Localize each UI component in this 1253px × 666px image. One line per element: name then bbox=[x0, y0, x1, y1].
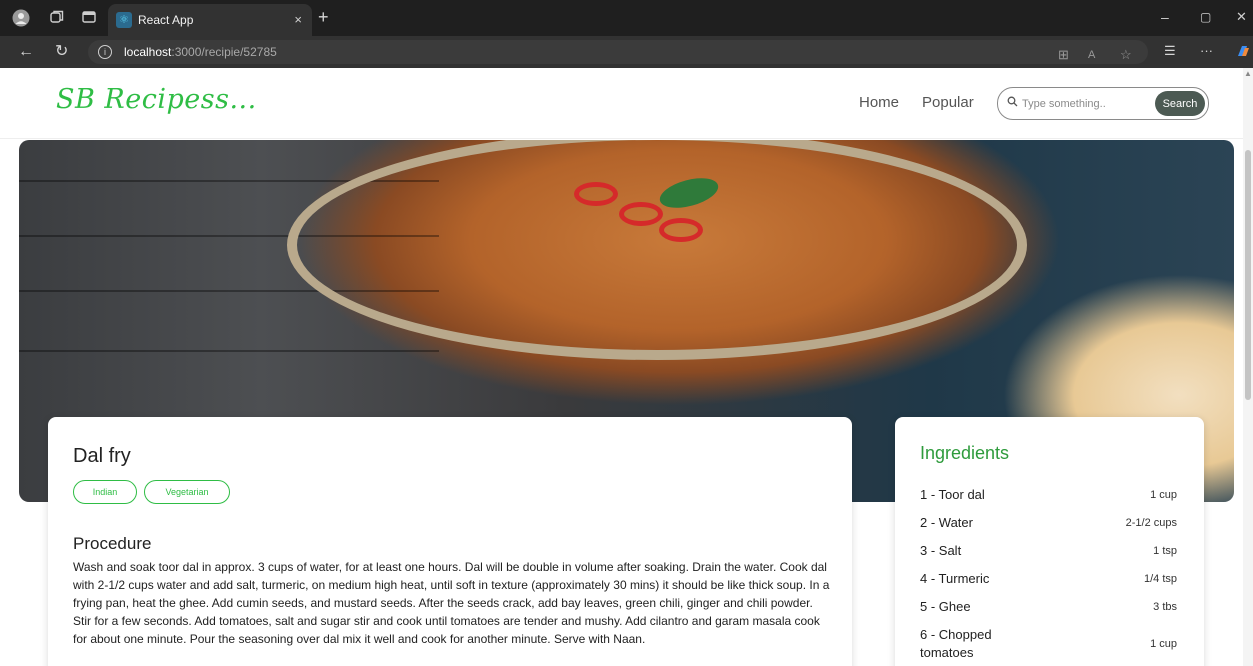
site-info-icon[interactable]: i bbox=[98, 45, 112, 59]
ingredient-qty: 1 cup bbox=[1150, 489, 1177, 501]
url-text: localhost:3000/recipie/52785 bbox=[124, 45, 277, 59]
site-logo[interactable]: SB Recipess... bbox=[56, 84, 257, 115]
nav-popular-link[interactable]: Popular bbox=[922, 94, 974, 111]
ingredient-name: 2 - Water bbox=[920, 515, 973, 530]
site-header: SB Recipess... Home Popular Search bbox=[0, 68, 1243, 139]
more-icon[interactable]: ··· bbox=[1200, 42, 1213, 60]
close-window-icon[interactable]: ✕ bbox=[1236, 8, 1247, 26]
procedure-heading: Procedure bbox=[73, 534, 152, 553]
ingredient-name: 4 - Turmeric bbox=[920, 571, 990, 586]
new-tab-icon[interactable]: + bbox=[318, 7, 329, 27]
recipe-title: Dal fry bbox=[73, 445, 131, 467]
tag-cuisine[interactable]: Indian bbox=[73, 480, 137, 504]
restore-icon[interactable]: ▢ bbox=[1200, 8, 1211, 26]
copilot-icon[interactable] bbox=[1235, 43, 1251, 64]
split-screen-icon[interactable]: ⊞ bbox=[1058, 46, 1069, 64]
favorites-list-icon[interactable]: ☰ bbox=[1164, 42, 1176, 60]
search-button[interactable]: Search bbox=[1155, 91, 1205, 116]
chili-slice bbox=[619, 202, 663, 226]
tab-actions-icon[interactable] bbox=[80, 9, 98, 27]
back-icon[interactable]: ← bbox=[18, 42, 34, 62]
chili-slice bbox=[659, 218, 703, 242]
bowl-rim bbox=[287, 140, 1027, 360]
minimize-icon[interactable]: – bbox=[1161, 8, 1169, 26]
ingredient-name: 1 - Toor dal bbox=[920, 487, 985, 502]
react-favicon: ⚛ bbox=[116, 12, 132, 28]
ingredients-card: Ingredients 1 - Toor dal 1 cup 2 - Water… bbox=[895, 417, 1204, 666]
search-icon bbox=[1007, 96, 1018, 111]
workspaces-icon[interactable] bbox=[48, 9, 66, 27]
ingredients-heading: Ingredients bbox=[920, 443, 1010, 463]
nav-home-link[interactable]: Home bbox=[859, 94, 899, 111]
browser-address-bar: ← ↻ i localhost:3000/recipie/52785 ⊞ A ☆… bbox=[0, 36, 1253, 68]
procedure-text: Wash and soak toor dal in approx. 3 cups… bbox=[73, 560, 830, 646]
chili-slice bbox=[574, 182, 618, 206]
wood-plank-line bbox=[19, 350, 439, 352]
browser-tab-bar: ⚛ React App × + – ▢ ✕ bbox=[0, 0, 1253, 36]
page-scrollbar[interactable]: ▲ bbox=[1243, 68, 1253, 666]
ingredient-qty: 3 tbs bbox=[1153, 601, 1177, 613]
favorite-icon[interactable]: ☆ bbox=[1120, 46, 1132, 64]
refresh-icon[interactable]: ↻ bbox=[55, 42, 68, 62]
search-bar: Search bbox=[997, 87, 1209, 120]
ingredient-qty: 1 tsp bbox=[1153, 545, 1177, 557]
tab-title: React App bbox=[138, 13, 194, 27]
search-input[interactable] bbox=[1020, 94, 1152, 114]
tag-category[interactable]: Vegetarian bbox=[144, 480, 230, 504]
ingredient-name: 6 - Chopped tomatoes bbox=[920, 627, 992, 660]
web-page: SB Recipess... Home Popular Search Dal f… bbox=[0, 68, 1253, 666]
ingredient-name: 5 - Ghee bbox=[920, 599, 971, 614]
scrollbar-thumb[interactable] bbox=[1245, 150, 1251, 400]
tab-close-icon[interactable]: × bbox=[294, 11, 302, 29]
ingredient-qty: 2-1/2 cups bbox=[1125, 517, 1177, 529]
read-aloud-icon[interactable]: A bbox=[1088, 46, 1095, 64]
ingredient-name: 3 - Salt bbox=[920, 543, 962, 558]
ingredient-qty: 1 cup bbox=[1150, 638, 1177, 650]
recipe-card: Dal fry Indian Vegetarian Procedure Wash… bbox=[48, 417, 852, 666]
url-field[interactable]: i localhost:3000/recipie/52785 ⊞ A ☆ bbox=[88, 40, 1148, 64]
profile-icon[interactable] bbox=[12, 9, 30, 27]
ingredient-qty: 1/4 tsp bbox=[1143, 573, 1177, 585]
scroll-up-icon[interactable]: ▲ bbox=[1244, 70, 1252, 78]
active-tab[interactable]: ⚛ React App × bbox=[108, 4, 312, 36]
